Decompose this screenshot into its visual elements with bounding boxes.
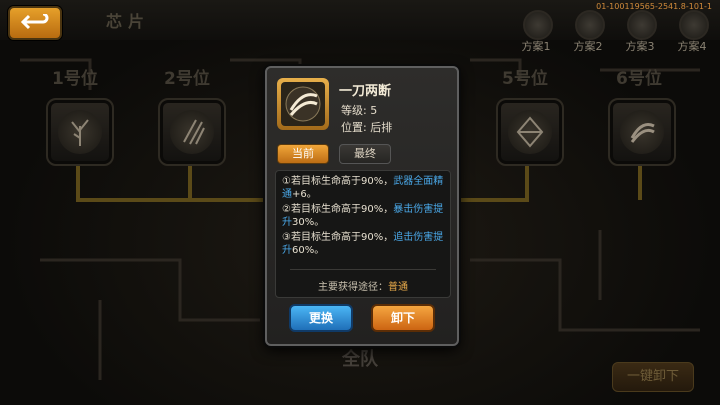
plan-4-button[interactable]: 方案4 [670, 10, 714, 54]
team-label: 全队 [342, 349, 378, 370]
claw-icon [170, 110, 214, 154]
source-info: 主要获得途径：普通 [318, 282, 408, 293]
effect-line-1: ①若目标生命高于90%，武器全面精通+6。 [282, 176, 444, 200]
flag-icon [575, 10, 605, 40]
unload-all-button[interactable]: 一键卸下 [612, 362, 694, 392]
page-title: 芯片 [106, 12, 151, 31]
slot-1-label: 1号位 [52, 69, 98, 89]
level-label: 等级: [341, 104, 367, 117]
chip-slot-1[interactable] [46, 98, 114, 166]
slot-5-label: 5号位 [502, 69, 548, 89]
plan-1-button[interactable]: 方案1 [514, 10, 558, 54]
top-bar: 芯片 01-100119565-2541.8-101-1 [0, 0, 720, 40]
position-info: 位置: 后排 [341, 119, 392, 135]
plan-label: 方案3 [625, 40, 655, 53]
slash-icon [620, 110, 664, 154]
effect-description-panel: ①若目标生命高于90%，武器全面精通+6。 ②若目标生命高于90%，暴击伤害提升… [275, 170, 451, 298]
slash-icon [285, 86, 321, 122]
tab-current[interactable]: 当前 [277, 144, 329, 164]
chip-slot-5[interactable] [496, 98, 564, 166]
effect-line-3: ③若目标生命高于90%，追击伤害提升60%。 [282, 232, 444, 256]
plan-label: 方案2 [573, 40, 603, 53]
flag-icon [627, 10, 657, 40]
chip-slot-6[interactable] [608, 98, 676, 166]
chip-detail-dialog: 一刀两断 等级: 5 位置: 后排 当前 最终 ①若目标生命高于90%，武器全面… [265, 66, 459, 346]
flag-icon [679, 10, 709, 40]
plan-label: 方案1 [521, 40, 551, 53]
tab-final[interactable]: 最终 [339, 144, 391, 164]
effect-line-2: ②若目标生命高于90%，暴击伤害提升30%。 [282, 204, 444, 228]
back-button[interactable] [8, 6, 62, 40]
plan-2-button[interactable]: 方案2 [566, 10, 610, 54]
position-value: 后排 [370, 121, 393, 134]
tree-icon [58, 110, 102, 154]
position-label: 位置: [341, 121, 367, 134]
unload-button[interactable]: 卸下 [371, 304, 435, 332]
slot-2-label: 2号位 [164, 69, 210, 89]
plan-3-button[interactable]: 方案3 [618, 10, 662, 54]
flag-icon [523, 10, 553, 40]
chip-icon [277, 78, 329, 130]
chip-name: 一刀两断 [339, 84, 392, 99]
replace-button[interactable]: 更换 [289, 304, 353, 332]
chip-slot-2[interactable] [158, 98, 226, 166]
divider [290, 269, 436, 270]
level-value: 5 [370, 104, 378, 117]
back-arrow-icon [21, 14, 49, 30]
plan-label: 方案4 [677, 40, 707, 53]
level-info: 等级: 5 [341, 102, 377, 118]
slot-6-label: 6号位 [616, 69, 662, 89]
shield-icon [508, 110, 552, 154]
